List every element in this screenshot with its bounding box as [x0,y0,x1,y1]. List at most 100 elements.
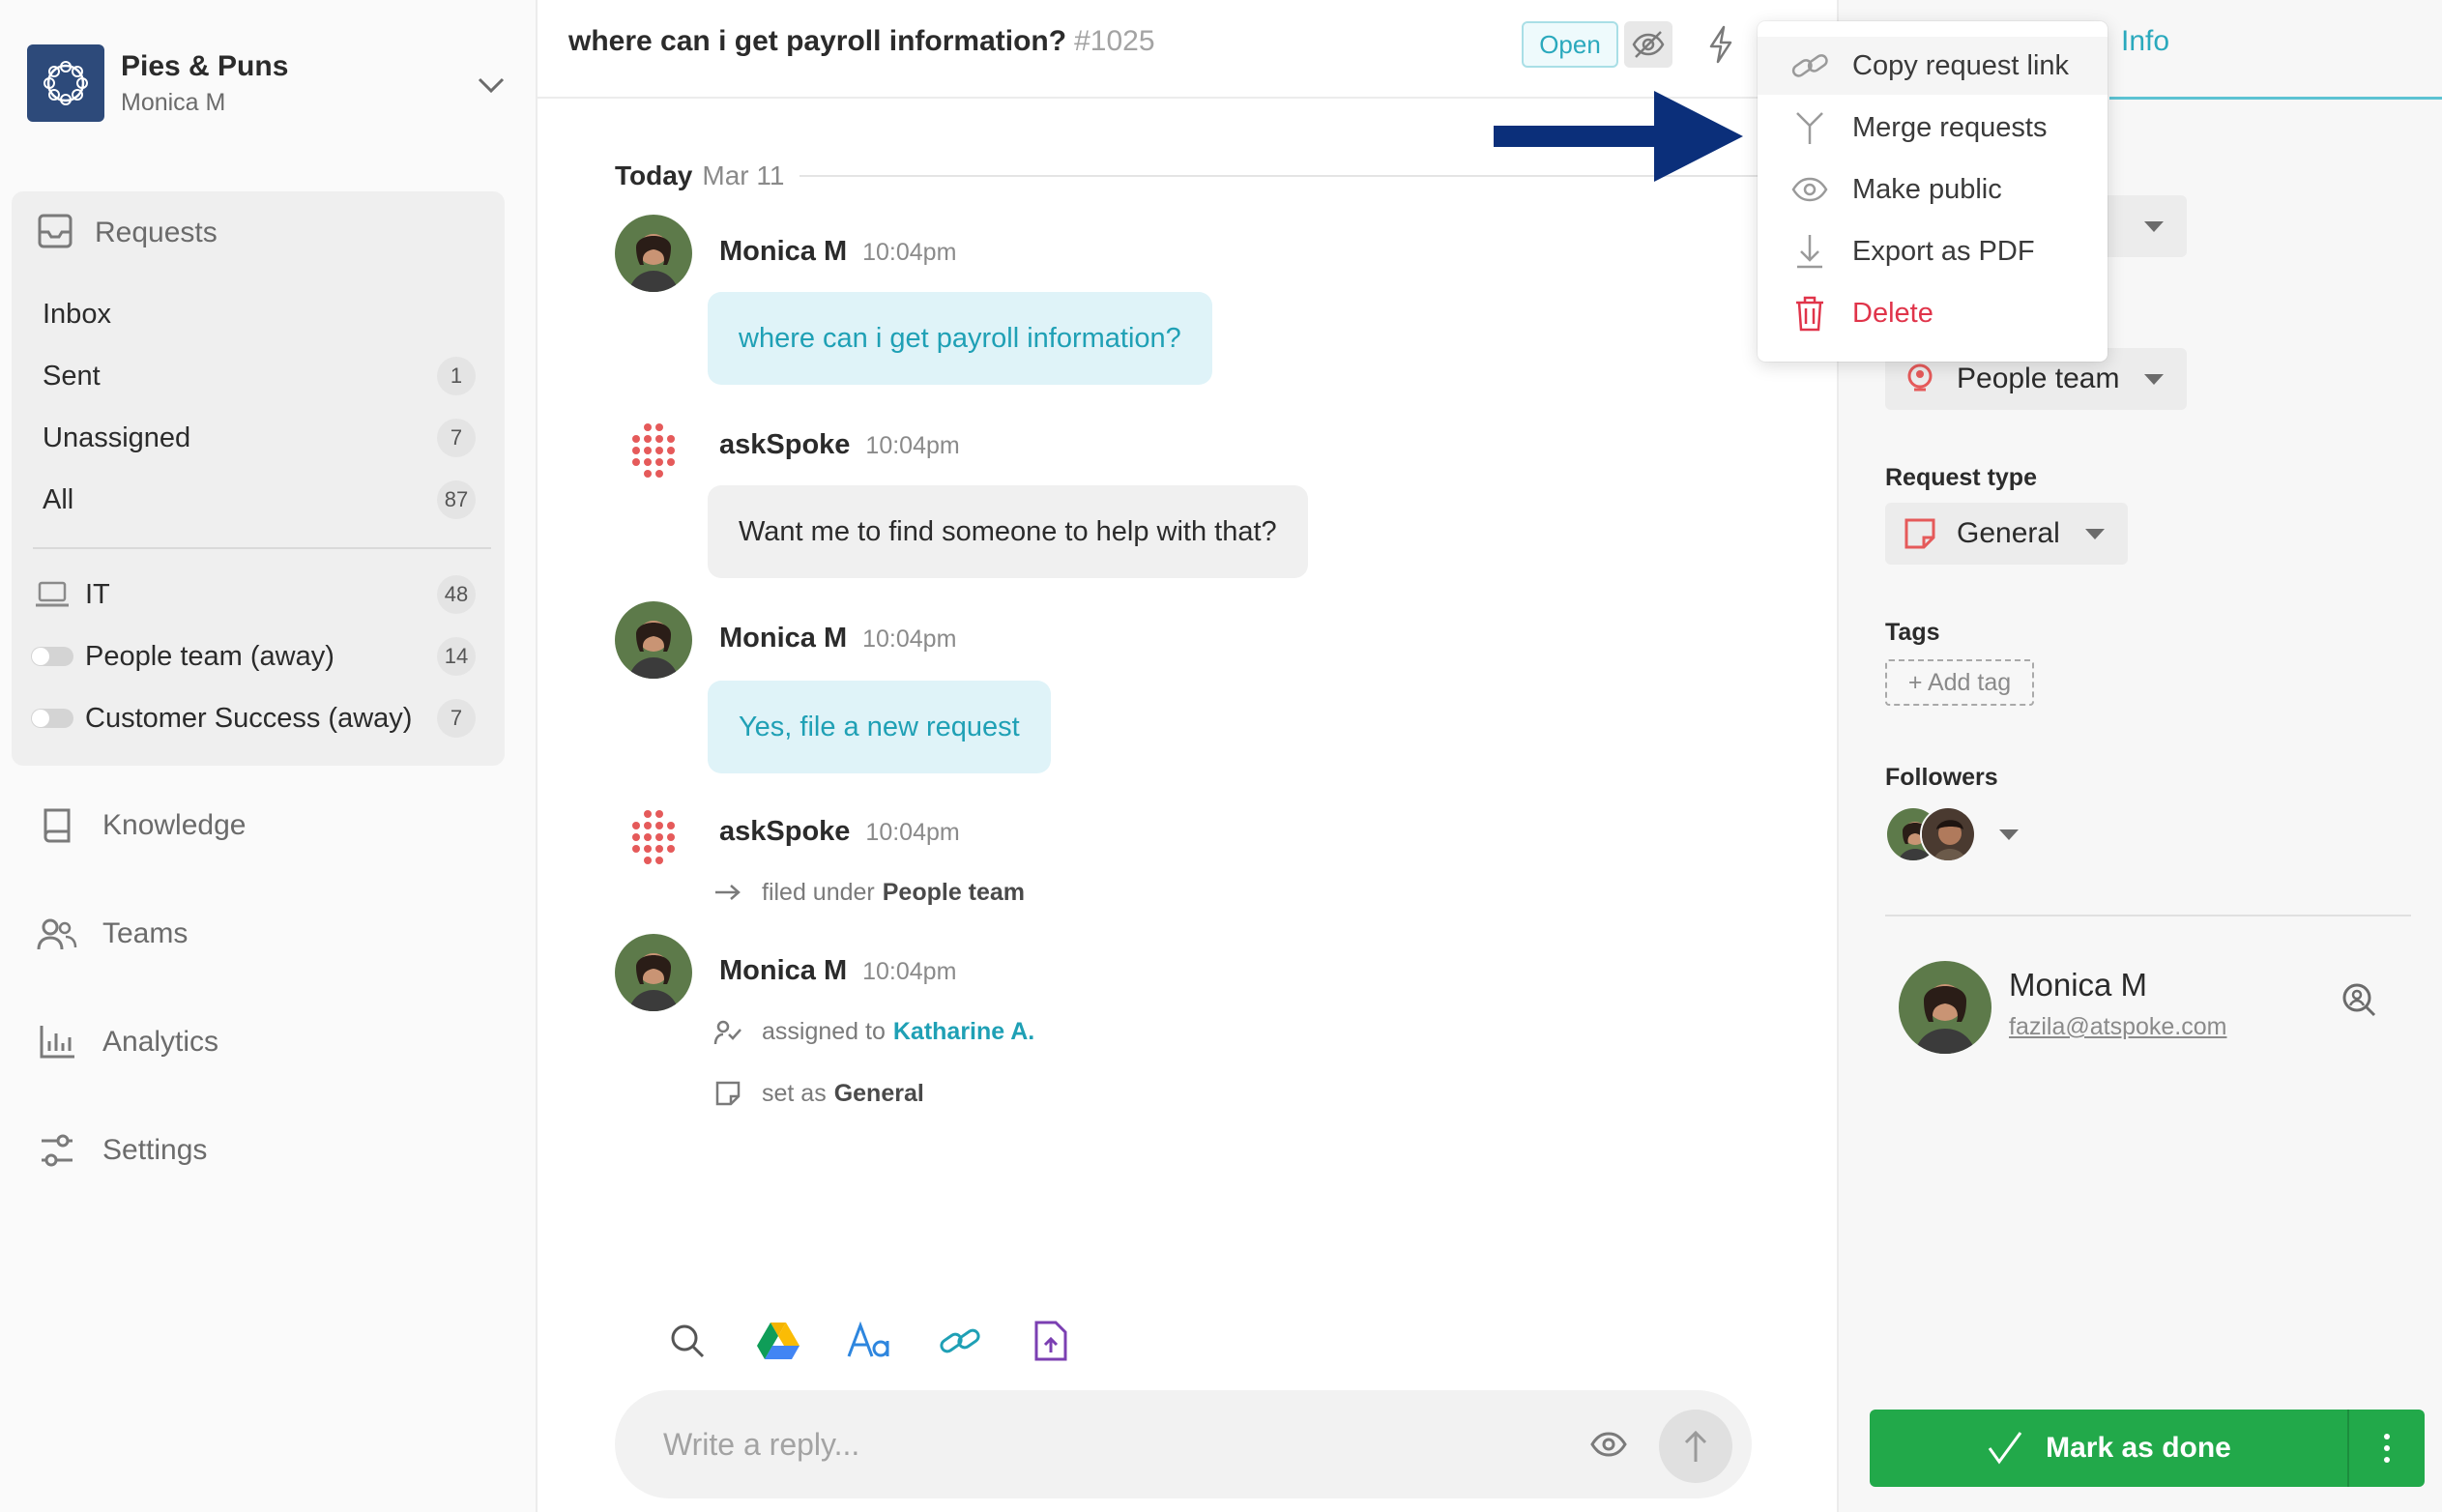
send-button[interactable] [1659,1410,1732,1483]
upload-file-icon[interactable] [1025,1315,1077,1367]
request-actions-menu: Copy request link Merge requests Make pu… [1758,21,2108,362]
avatar[interactable] [615,215,692,292]
event-target: General [833,1079,924,1107]
menu-item-delete[interactable]: Delete [1758,284,2108,342]
tab-info[interactable]: Info [2121,25,2169,58]
workspace-logo [27,44,104,122]
sidebar-item-label: Customer Success (away) [85,702,413,734]
menu-item-make-public[interactable]: Make public [1758,160,2108,218]
more-options-icon[interactable] [2349,1410,2425,1487]
text-format-icon[interactable] [843,1315,895,1367]
requests-section: Requests Inbox Sent 1 Unassigned 7 All 8… [12,191,505,766]
sidebar-item-sent[interactable]: Sent 1 [12,352,505,400]
menu-item-label: Copy request link [1852,49,2070,81]
message-bubble: Yes, file a new request [708,681,1051,773]
search-icon[interactable] [661,1315,713,1367]
event-type: set as General [712,1077,924,1110]
nav-label: Knowledge [102,809,247,841]
nav-label: Analytics [102,1026,219,1058]
request-type-select[interactable]: General [1885,503,2128,565]
eye-icon[interactable] [1587,1425,1630,1464]
nav-knowledge[interactable]: Knowledge [35,797,499,855]
sidebar-item-label: People team (away) [85,640,334,672]
sidebar-item-label: Sent [43,360,101,392]
count-badge: 87 [437,480,476,519]
asksspoke-logo-icon [615,410,692,487]
workspace-switcher[interactable]: Pies & Puns Monica M [27,44,510,122]
caret-down-icon [2084,528,2105,539]
author-name: askSpoke [719,429,851,460]
nav-teams[interactable]: Teams [35,905,499,963]
assignee-link[interactable]: Katharine A. [893,1018,1034,1046]
requester-email[interactable]: fazila@atspoke.com [2009,1013,2226,1041]
sidebar-item-label: Inbox [43,298,111,330]
inbox-tray-icon [37,213,73,254]
sidebar-item-inbox[interactable]: Inbox [12,290,505,338]
workspace-name: Pies & Puns [121,50,289,82]
sidebar-item-people-team[interactable]: People team (away) 14 [12,632,505,681]
avatar[interactable] [615,934,692,1011]
message-header: askSpoke 10:04pm [719,429,960,461]
asksspoke-logo-icon [615,797,692,874]
menu-item-merge[interactable]: Merge requests [1758,99,2108,157]
timestamp: 10:04pm [865,819,960,846]
event-assigned: assigned to Katharine A. [712,1015,1034,1048]
caret-down-icon[interactable] [1999,829,2019,840]
google-drive-icon[interactable] [752,1315,804,1367]
requests-label: Requests [95,217,218,248]
tab-underline [2109,97,2442,100]
sidebar-item-label: All [43,483,74,515]
link-icon [1790,46,1829,85]
add-tag-button[interactable]: + Add tag [1885,659,2034,706]
message-header: Monica M 10:04pm [719,623,956,654]
divider [33,547,491,549]
nav-analytics[interactable]: Analytics [35,1013,499,1071]
status-badge[interactable]: Open [1522,21,1618,68]
sidebar-item-all[interactable]: All 87 [12,476,505,524]
menu-item-label: Export as PDF [1852,235,2035,267]
message-header: askSpoke 10:04pm [719,816,960,848]
availability-toggle[interactable] [31,647,73,666]
requests-header[interactable]: Requests [37,211,218,255]
event-text: filed under [762,878,875,906]
trash-icon [1790,294,1829,333]
laptop-icon [33,575,72,614]
menu-item-copy-link[interactable]: Copy request link [1758,37,2108,95]
sidebar-item-unassigned[interactable]: Unassigned 7 [12,414,505,462]
eye-icon [1790,170,1829,209]
count-badge: 48 [437,575,476,614]
mark-as-done-group: Mark as done [1870,1410,2425,1487]
availability-toggle[interactable] [31,709,73,728]
eye-slash-icon [1632,31,1665,58]
assign-user-icon [712,1015,744,1048]
nav-label: Teams [102,917,189,949]
user-search-icon[interactable] [2340,980,2378,1019]
menu-item-export-pdf[interactable]: Export as PDF [1758,222,2108,280]
menu-item-label: Merge requests [1852,111,2048,143]
reply-input[interactable] [663,1417,1533,1471]
request-type-label: Request type [1885,464,2037,491]
count-badge: 14 [437,637,476,676]
bolt-icon[interactable] [1698,21,1744,68]
event-target: People team [882,878,1026,906]
mark-as-done-button[interactable]: Mark as done [1870,1410,2347,1487]
message-bubble: Want me to find someone to help with tha… [708,485,1308,578]
request-header: where can i get payroll information? #102… [538,0,1837,99]
message-header: Monica M 10:04pm [719,236,956,268]
visibility-toggle-button[interactable] [1624,21,1672,68]
sidebar-item-it[interactable]: IT 48 [12,570,505,619]
chevron-down-icon[interactable] [472,66,510,104]
event-text: set as [762,1079,827,1107]
count-badge: 7 [437,419,476,457]
nav-settings[interactable]: Settings [35,1121,499,1179]
arrow-right-icon [712,876,744,909]
sidebar: Pies & Puns Monica M Requests Inbox Sent… [0,0,538,1512]
avatar[interactable] [615,601,692,679]
timestamp: 10:04pm [862,239,957,266]
sidebar-item-customer-success[interactable]: Customer Success (away) 7 [12,694,505,742]
link-icon[interactable] [934,1315,986,1367]
sidebar-item-label: IT [85,578,110,610]
request-type-value: General [1957,517,2060,549]
mark-as-done-label: Mark as done [2046,1432,2231,1464]
caret-down-icon [2144,373,2165,385]
